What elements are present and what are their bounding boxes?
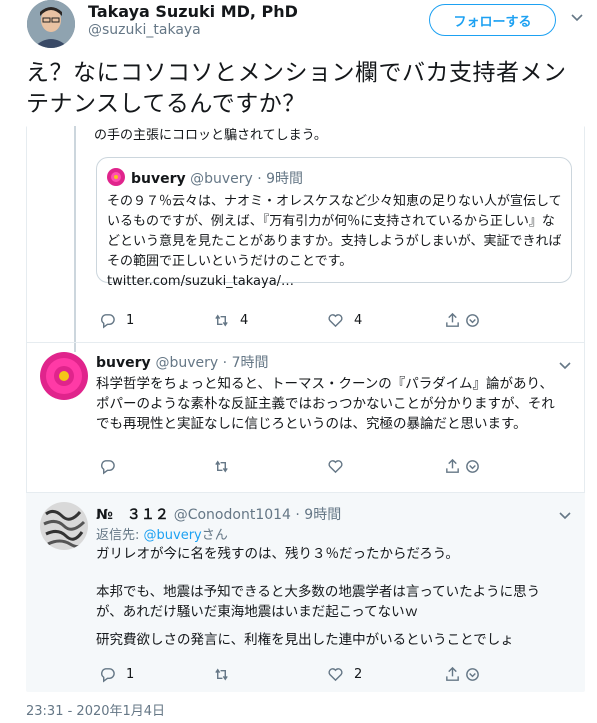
message-icon: [466, 460, 479, 473]
reply1-body: 科学哲学をちょっと知ると、トーマス・クーンの『パラダイム』論があり、ポパーのよう…: [96, 376, 555, 432]
reply-to-user-link[interactable]: @buvery: [144, 528, 202, 543]
embedded-thread-image: の手の主張にコロッと騙されてしまう。 buvery @buvery · 9時間 …: [26, 126, 585, 692]
reply2-line2: 本邦でも、地震は予知できると大多数の地震学者は言っていたように思うが、あれだけ騒…: [96, 584, 541, 620]
reply2-like-count: 2: [354, 667, 363, 682]
reply2-handle-time: @Conodont1014 · 9時間: [173, 507, 342, 523]
reply2-line3: 研究費欲しさの発言に、利権を見出した連中がいるということでしょ: [96, 632, 514, 648]
reply1-like-action[interactable]: [327, 458, 344, 475]
retweet-icon: [215, 314, 228, 327]
reply-to-suffix: さん: [201, 528, 228, 543]
heart-icon: [328, 460, 343, 474]
reply1-header: buvery @buvery · 7時間: [96, 352, 268, 372]
reply-icon: [101, 668, 115, 683]
share-action[interactable]: [444, 312, 461, 329]
author-handle[interactable]: @suzuki_takaya: [88, 22, 201, 38]
share-icon: [446, 666, 459, 681]
reply-action[interactable]: 1: [99, 312, 134, 329]
reply2-share-action[interactable]: [444, 666, 461, 683]
message-icon: [466, 314, 479, 327]
quote-body: その９７％云々は、ナオミ・オレスケスなど少々知恵の足りない人が宣伝しているもので…: [107, 192, 563, 292]
quote-link[interactable]: twitter.com/suzuki_takaya/…: [107, 274, 294, 289]
reply2-reply-count: 1: [126, 667, 135, 682]
reply1-reply-action[interactable]: [99, 458, 116, 475]
reply-count: 1: [126, 313, 135, 328]
quote-avatar: [107, 168, 125, 186]
retweet-count: 4: [240, 313, 249, 328]
reply2-line1: ガリレオが今に名を残すのは、残り３％だったからだろう。: [96, 546, 459, 562]
reply1-chevron-down-icon[interactable]: [558, 358, 572, 372]
author-avatar[interactable]: [27, 0, 75, 48]
retweet-action[interactable]: 4: [213, 312, 248, 329]
reply2-avatar[interactable]: [40, 502, 88, 550]
retweet-icon: [215, 668, 228, 681]
heart-icon: [328, 668, 343, 682]
quote-handle-time: @buvery · 9時間: [190, 171, 304, 187]
chevron-down-icon[interactable]: [570, 10, 584, 24]
quote-name: buvery: [131, 171, 186, 187]
reply-to-prefix: 返信先:: [96, 528, 144, 543]
quote-card[interactable]: buvery @buvery · 9時間 その９７％云々は、ナオミ・オレスケスな…: [96, 157, 572, 289]
reply2-reply-to: 返信先: @buveryさん: [96, 524, 228, 543]
reply-icon: [101, 314, 115, 329]
like-action[interactable]: 4: [327, 312, 362, 329]
divider: [26, 342, 585, 343]
reply2-like-action[interactable]: 2: [327, 666, 362, 683]
follow-button[interactable]: フォローする: [429, 4, 556, 36]
cut-text: の手の主張にコロッと騙されてしまう。: [94, 128, 327, 143]
reply1-dm-action[interactable]: [464, 458, 481, 475]
reply2-retweet-action[interactable]: [213, 666, 230, 683]
quote-header: buvery @buvery · 9時間: [131, 168, 303, 188]
tweet-timestamp[interactable]: 23:31 - 2020年1月4日: [26, 700, 165, 719]
reply1-avatar[interactable]: [40, 352, 88, 400]
reply2-dm-action[interactable]: [464, 666, 481, 683]
reply2-chevron-down-icon[interactable]: [558, 508, 572, 522]
divider: [26, 492, 585, 493]
reply2-name[interactable]: № ３１２: [96, 507, 169, 523]
share-icon: [446, 458, 459, 473]
dm-action[interactable]: [464, 312, 481, 329]
reply1-name[interactable]: buvery: [96, 355, 151, 371]
reply2-header: № ３１２ @Conodont1014 · 9時間: [96, 504, 341, 524]
like-count: 4: [354, 313, 363, 328]
reply2-reply-action[interactable]: 1: [99, 666, 134, 683]
retweet-icon: [215, 460, 228, 473]
tweet-text: え？なにコソコソとメンション欄でバカ支持者メンテナンスしてるんですか？: [26, 60, 567, 117]
reply1-retweet-action[interactable]: [213, 458, 230, 475]
author-name[interactable]: Takaya Suzuki MD, PhD: [88, 2, 298, 21]
reply1-handle-time: @buvery · 7時間: [155, 355, 269, 371]
thread-line: [74, 126, 76, 352]
reply1-share-action[interactable]: [444, 458, 461, 475]
quote-text: その９７％云々は、ナオミ・オレスケスなど少々知恵の足りない人が宣伝しているもので…: [107, 194, 562, 269]
message-icon: [466, 668, 479, 681]
reply-icon: [101, 460, 115, 475]
share-icon: [446, 312, 459, 327]
heart-icon: [328, 314, 343, 328]
